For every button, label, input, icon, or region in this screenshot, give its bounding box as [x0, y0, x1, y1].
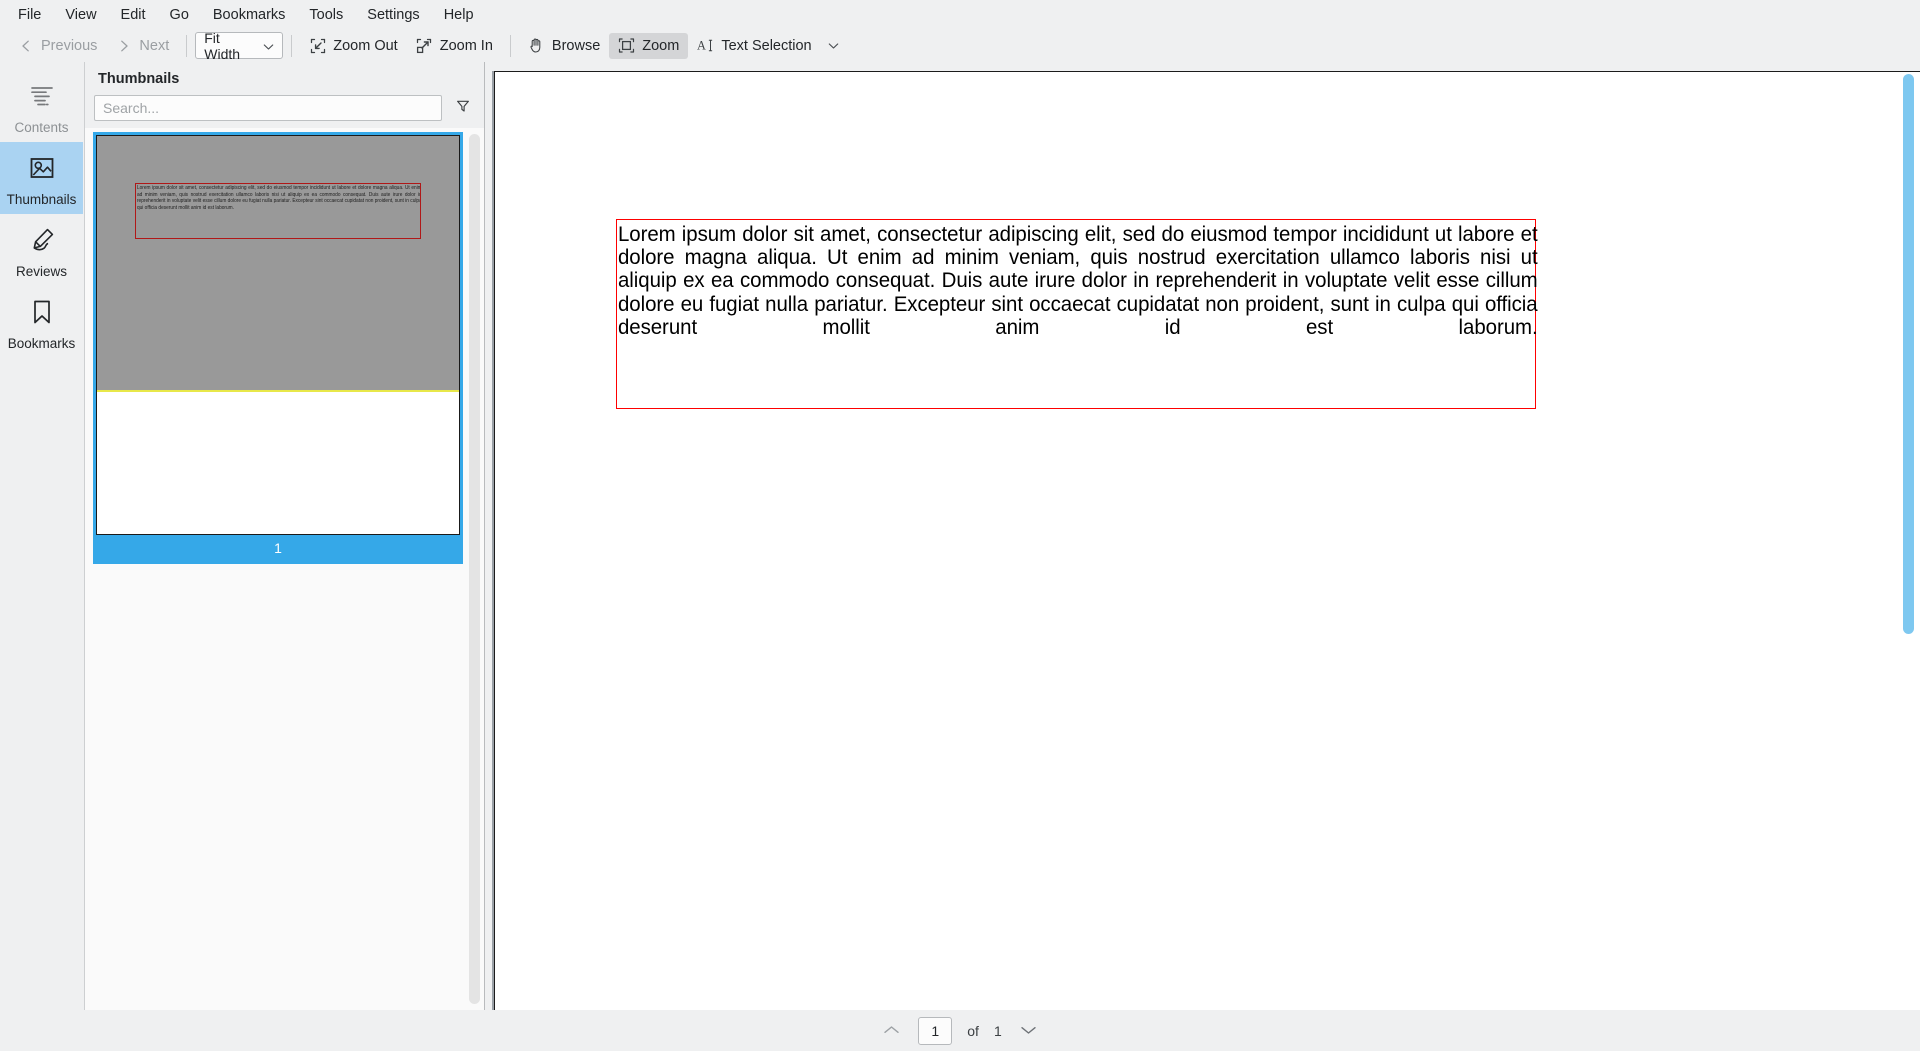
page-up-button[interactable] [877, 1019, 905, 1043]
document-viewer: Lorem ipsum dolor sit amet, consectetur … [485, 62, 1920, 1010]
zoom-tool-label: Zoom [642, 37, 680, 54]
current-page-input[interactable]: 1 [918, 1016, 953, 1045]
bookmarks-icon [25, 295, 59, 329]
menu-item-settings[interactable]: Settings [355, 2, 431, 28]
page-down-button[interactable] [1015, 1019, 1043, 1043]
menu-item-bookmarks[interactable]: Bookmarks [201, 2, 298, 28]
menu-item-file[interactable]: File [6, 2, 53, 28]
filter-button[interactable] [450, 95, 476, 121]
hand-icon [528, 37, 545, 54]
zoom-tool-button[interactable]: Zoom [609, 32, 689, 59]
svg-text:A: A [697, 39, 706, 53]
search-input[interactable] [94, 95, 442, 121]
zoom-out-button[interactable]: Zoom Out [300, 33, 406, 59]
page-of-label: of [967, 1022, 979, 1039]
pdf-page[interactable]: Lorem ipsum dolor sit amet, consectetur … [494, 71, 1920, 1010]
sidebar-item-reviews-label: Reviews [15, 264, 67, 279]
chevron-down-icon [1020, 1023, 1037, 1039]
thumbnail-zoom-region-overlay [97, 136, 459, 392]
pdf-annotation-box[interactable]: Lorem ipsum dolor sit amet, consectetur … [616, 219, 1538, 409]
text-selection-tool-label: Text Selection [721, 37, 812, 54]
thumbnails-panel: Thumbnails Lorem ipsum dol [85, 62, 485, 1010]
zoom-in-button[interactable]: Zoom In [407, 33, 502, 59]
chevron-left-icon [17, 37, 34, 54]
text-cursor-icon: A [697, 37, 714, 54]
sidebar-item-reviews[interactable]: Reviews [0, 214, 83, 286]
toolbar-separator-3 [509, 34, 511, 57]
toolbar-separator-1 [186, 34, 188, 57]
viewer-scrollbar[interactable] [1903, 74, 1914, 634]
previous-page-button[interactable]: Previous [8, 33, 106, 59]
thumbnails-search-row [85, 95, 484, 128]
sidebar-item-contents[interactable]: Contents [0, 70, 83, 142]
sidebar-item-thumbnails-label: Thumbnails [6, 192, 77, 207]
sidebar-item-contents-label: Contents [14, 120, 69, 135]
sidebar-rail: Contents Thumbnails Reviews Bookmarks [0, 62, 85, 1010]
filter-icon [455, 98, 471, 119]
zoom-in-label: Zoom In [439, 37, 493, 54]
chevron-right-icon [115, 37, 132, 54]
thumbnails-panel-title: Thumbnails [85, 62, 484, 95]
main-body: Contents Thumbnails Reviews Bookmarks Th… [0, 62, 1920, 1010]
text-selection-dropdown-icon[interactable] [825, 37, 842, 54]
text-selection-tool-button[interactable]: A Text Selection [688, 33, 850, 59]
menu-bar: File View Edit Go Bookmarks Tools Settin… [0, 0, 1920, 29]
thumbnails-scroll-area[interactable]: Lorem ipsum dolor sit amet, consectetur … [85, 128, 484, 1010]
next-page-button[interactable]: Next [106, 33, 178, 59]
thumbnails-icon [25, 151, 59, 185]
menu-item-tools[interactable]: Tools [297, 2, 355, 28]
chevron-down-icon [263, 38, 274, 54]
pdf-viewer-window: File View Edit Go Bookmarks Tools Settin… [0, 0, 1920, 1051]
chevron-up-icon [883, 1023, 900, 1039]
zoom-mode-value: Fit Width [204, 29, 241, 62]
status-bar: 1 of 1 [0, 1010, 1920, 1051]
sidebar-item-bookmarks[interactable]: Bookmarks [0, 286, 83, 358]
thumbnail-item[interactable]: Lorem ipsum dolor sit amet, consectetur … [93, 132, 463, 564]
current-page-value: 1 [931, 1022, 940, 1039]
zoom-out-label: Zoom Out [333, 37, 398, 54]
browse-tool-label: Browse [551, 37, 601, 54]
thumbnail-page-preview: Lorem ipsum dolor sit amet, consectetur … [96, 135, 460, 535]
toolbar-separator-2 [291, 34, 293, 57]
total-pages-label: 1 [993, 1022, 1002, 1039]
thumbnail-page-number: 1 [274, 540, 282, 556]
thumbnails-scrollbar[interactable] [469, 134, 480, 1004]
menu-item-edit[interactable]: Edit [109, 2, 158, 28]
reviews-icon [25, 223, 59, 257]
zoom-mode-select[interactable]: Fit Width [195, 29, 284, 62]
page-scroll-area[interactable]: Lorem ipsum dolor sit amet, consectetur … [485, 62, 1920, 1010]
sidebar-item-bookmarks-label: Bookmarks [7, 336, 76, 351]
next-page-label: Next [139, 37, 170, 54]
menu-item-go[interactable]: Go [158, 2, 201, 28]
thumbnail-annotation-box: Lorem ipsum dolor sit amet, consectetur … [135, 183, 421, 239]
zoom-in-icon [416, 37, 433, 54]
thumbnail-body-text: Lorem ipsum dolor sit amet, consectetur … [136, 185, 421, 211]
contents-icon [25, 79, 59, 113]
menu-item-view[interactable]: View [53, 2, 108, 28]
zoom-out-icon [309, 37, 326, 54]
pdf-body-text: Lorem ipsum dolor sit amet, consectetur … [617, 222, 1538, 339]
zoom-tool-icon [618, 37, 635, 54]
sidebar-item-thumbnails[interactable]: Thumbnails [0, 142, 83, 214]
browse-tool-button[interactable]: Browse [519, 33, 609, 59]
previous-page-label: Previous [41, 37, 98, 54]
menu-item-help[interactable]: Help [432, 2, 486, 28]
main-toolbar: Previous Next Fit Width Zoom Out Zoom In… [0, 29, 1920, 62]
